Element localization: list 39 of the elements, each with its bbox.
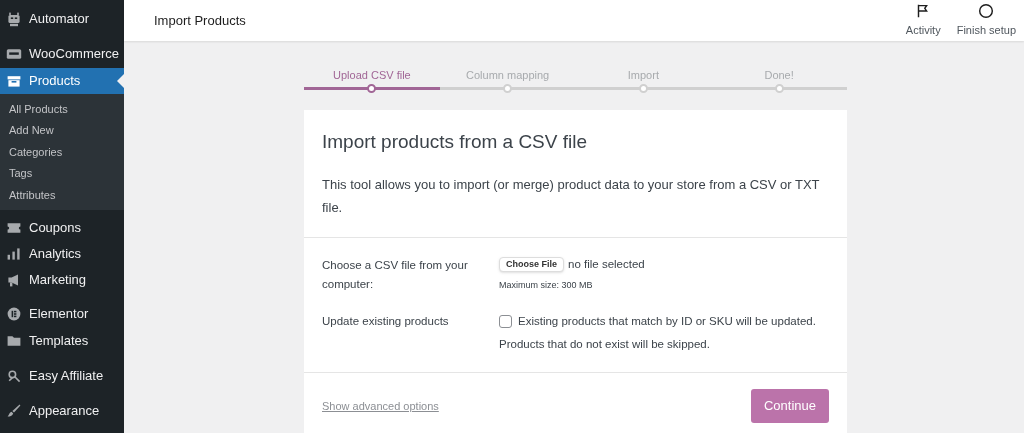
description-text: This tool allows you to import (or merge) product data to your store from a CSV or TXT file. bbox=[322, 175, 821, 217]
sidebar-item[interactable]: Elementor bbox=[0, 300, 124, 327]
woo-logo-icon bbox=[6, 46, 22, 62]
card-title: Import products from a CSV file bbox=[322, 130, 589, 154]
sidebar-item[interactable]: WooCommerce bbox=[0, 41, 124, 67]
header-action-button[interactable]: Finish setup bbox=[948, 0, 1024, 41]
submenu-item[interactable]: Attributes bbox=[0, 184, 124, 206]
brush-icon bbox=[6, 402, 22, 419]
page-title: Import Products bbox=[154, 11, 247, 30]
archive-box-icon bbox=[6, 73, 22, 89]
hint-text: Maximum size: 300 MB bbox=[499, 278, 594, 292]
circle-logo-icon bbox=[6, 305, 22, 322]
header-action-button[interactable]: Activity bbox=[897, 0, 949, 41]
sidebar-item[interactable]: Automator bbox=[0, 6, 124, 32]
circle-icon bbox=[977, 2, 996, 21]
bar-chart-icon bbox=[6, 245, 22, 262]
sidebar-item[interactable]: Products bbox=[0, 68, 124, 94]
sidebar-item[interactable]: Analytics bbox=[0, 240, 124, 267]
checkbox-label: Existing products that match by ID or SKU will be updated. bbox=[518, 313, 816, 329]
note-text: Products that do not exist will be skipped. bbox=[499, 336, 711, 352]
sidebar-item[interactable]: Templates bbox=[0, 327, 124, 354]
checkbox[interactable] bbox=[499, 314, 512, 328]
step-label: Upload CSV file bbox=[333, 68, 411, 83]
submenu-item[interactable]: Tags bbox=[0, 162, 124, 185]
sidebar-item[interactable]: Marketing bbox=[0, 266, 124, 293]
sidebar-item[interactable]: Appearance bbox=[0, 397, 124, 424]
field-label: Update existing products bbox=[322, 313, 450, 329]
step-label: Done! bbox=[764, 68, 794, 83]
submenu-item[interactable]: Add New bbox=[0, 119, 124, 142]
sidebar-item[interactable]: Easy Affiliate bbox=[0, 362, 124, 389]
choose-file-button[interactable]: Choose File bbox=[499, 256, 564, 272]
submenu-item[interactable]: All Products bbox=[0, 98, 124, 120]
field-label: Choose a CSV file from your computer: bbox=[322, 257, 469, 292]
file-status-text: no file selected bbox=[568, 256, 645, 272]
robot-icon bbox=[6, 11, 22, 27]
step-label: Column mapping bbox=[466, 68, 550, 83]
submenu-item[interactable]: Categories bbox=[0, 141, 124, 163]
sidebar-item[interactable]: Coupons bbox=[0, 214, 124, 241]
step-label: Import bbox=[627, 68, 659, 83]
